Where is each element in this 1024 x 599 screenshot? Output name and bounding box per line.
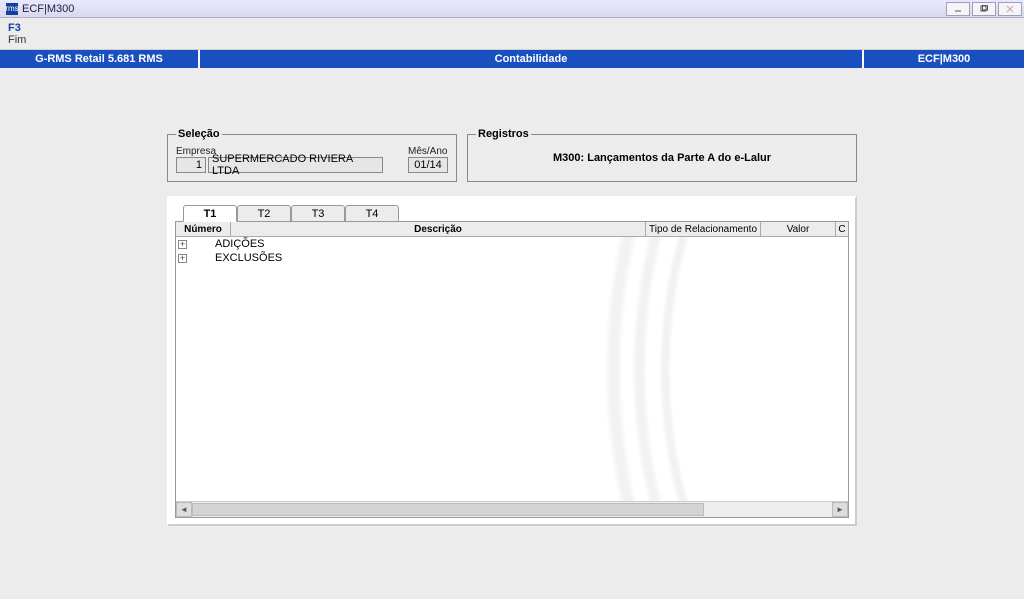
legend-selecao: Seleção [176, 128, 222, 140]
workarea: Seleção Empresa 1 SUPERMERCADO RIVIERA L… [0, 68, 1024, 526]
row-label: ADIÇÕES [215, 238, 265, 250]
form: Seleção Empresa 1 SUPERMERCADO RIVIERA L… [167, 128, 857, 526]
legend-registros: Registros [476, 128, 531, 140]
grid-panel: T1 T2 T3 T4 Número Descrição Tipo de Rel… [167, 196, 857, 526]
header-bar: G-RMS Retail 5.681 RMS Contabilidade ECF… [0, 50, 1024, 68]
maximize-button[interactable] [972, 2, 996, 16]
tab-t1[interactable]: T1 [183, 205, 237, 222]
fieldset-selecao: Seleção Empresa 1 SUPERMERCADO RIVIERA L… [167, 128, 457, 182]
horizontal-scrollbar[interactable]: ◄ ► [176, 501, 848, 517]
header-screen: ECF|M300 [864, 50, 1024, 68]
scroll-left-icon[interactable]: ◄ [176, 502, 192, 517]
window-controls [946, 2, 1022, 16]
header-module: Contabilidade [200, 50, 864, 68]
scroll-right-icon[interactable]: ► [832, 502, 848, 517]
registros-title: M300: Lançamentos da Parte A do e-Lalur [476, 146, 848, 170]
scroll-track[interactable] [192, 502, 832, 517]
col-extra[interactable]: C [836, 222, 848, 236]
tabs: T1 T2 T3 T4 [183, 204, 849, 221]
window-titlebar: rms ECF|M300 [0, 0, 1024, 18]
col-tipo-relacionamento[interactable]: Tipo de Relacionamento [646, 222, 761, 236]
menu-f3[interactable]: F3 [8, 22, 1016, 34]
window-title-text: ECF|M300 [22, 3, 74, 15]
grid: Número Descrição Tipo de Relacionamento … [175, 221, 849, 518]
label-mesano: Mês/Ano [408, 146, 448, 157]
row-label: EXCLUSÕES [215, 252, 282, 264]
tab-t2[interactable]: T2 [237, 205, 291, 222]
close-button[interactable] [998, 2, 1022, 16]
tab-t3[interactable]: T3 [291, 205, 345, 222]
input-mesano[interactable]: 01/14 [408, 157, 448, 173]
expand-icon[interactable]: + [178, 254, 187, 263]
grid-body: + ADIÇÕES + EXCLUSÕES [176, 237, 848, 501]
expand-icon[interactable]: + [178, 240, 187, 249]
table-row[interactable]: + ADIÇÕES [176, 237, 848, 251]
minimize-button[interactable] [946, 2, 970, 16]
table-row[interactable]: + EXCLUSÕES [176, 251, 848, 265]
window-title: rms ECF|M300 [2, 3, 74, 15]
input-empresa-num[interactable]: 1 [176, 157, 206, 173]
menubar: F3 Fim [0, 18, 1024, 50]
col-valor[interactable]: Valor [761, 222, 836, 236]
col-numero[interactable]: Número [176, 222, 231, 236]
grid-header: Número Descrição Tipo de Relacionamento … [176, 222, 848, 237]
input-empresa-nome[interactable]: SUPERMERCADO RIVIERA LTDA [208, 157, 383, 173]
col-descricao[interactable]: Descrição [231, 222, 646, 236]
scroll-thumb[interactable] [192, 503, 704, 516]
fieldset-registros: Registros M300: Lançamentos da Parte A d… [467, 128, 857, 182]
tab-t4[interactable]: T4 [345, 205, 399, 222]
app-icon: rms [6, 3, 18, 15]
menu-fim[interactable]: Fim [8, 34, 1016, 46]
header-app-version: G-RMS Retail 5.681 RMS [0, 50, 200, 68]
